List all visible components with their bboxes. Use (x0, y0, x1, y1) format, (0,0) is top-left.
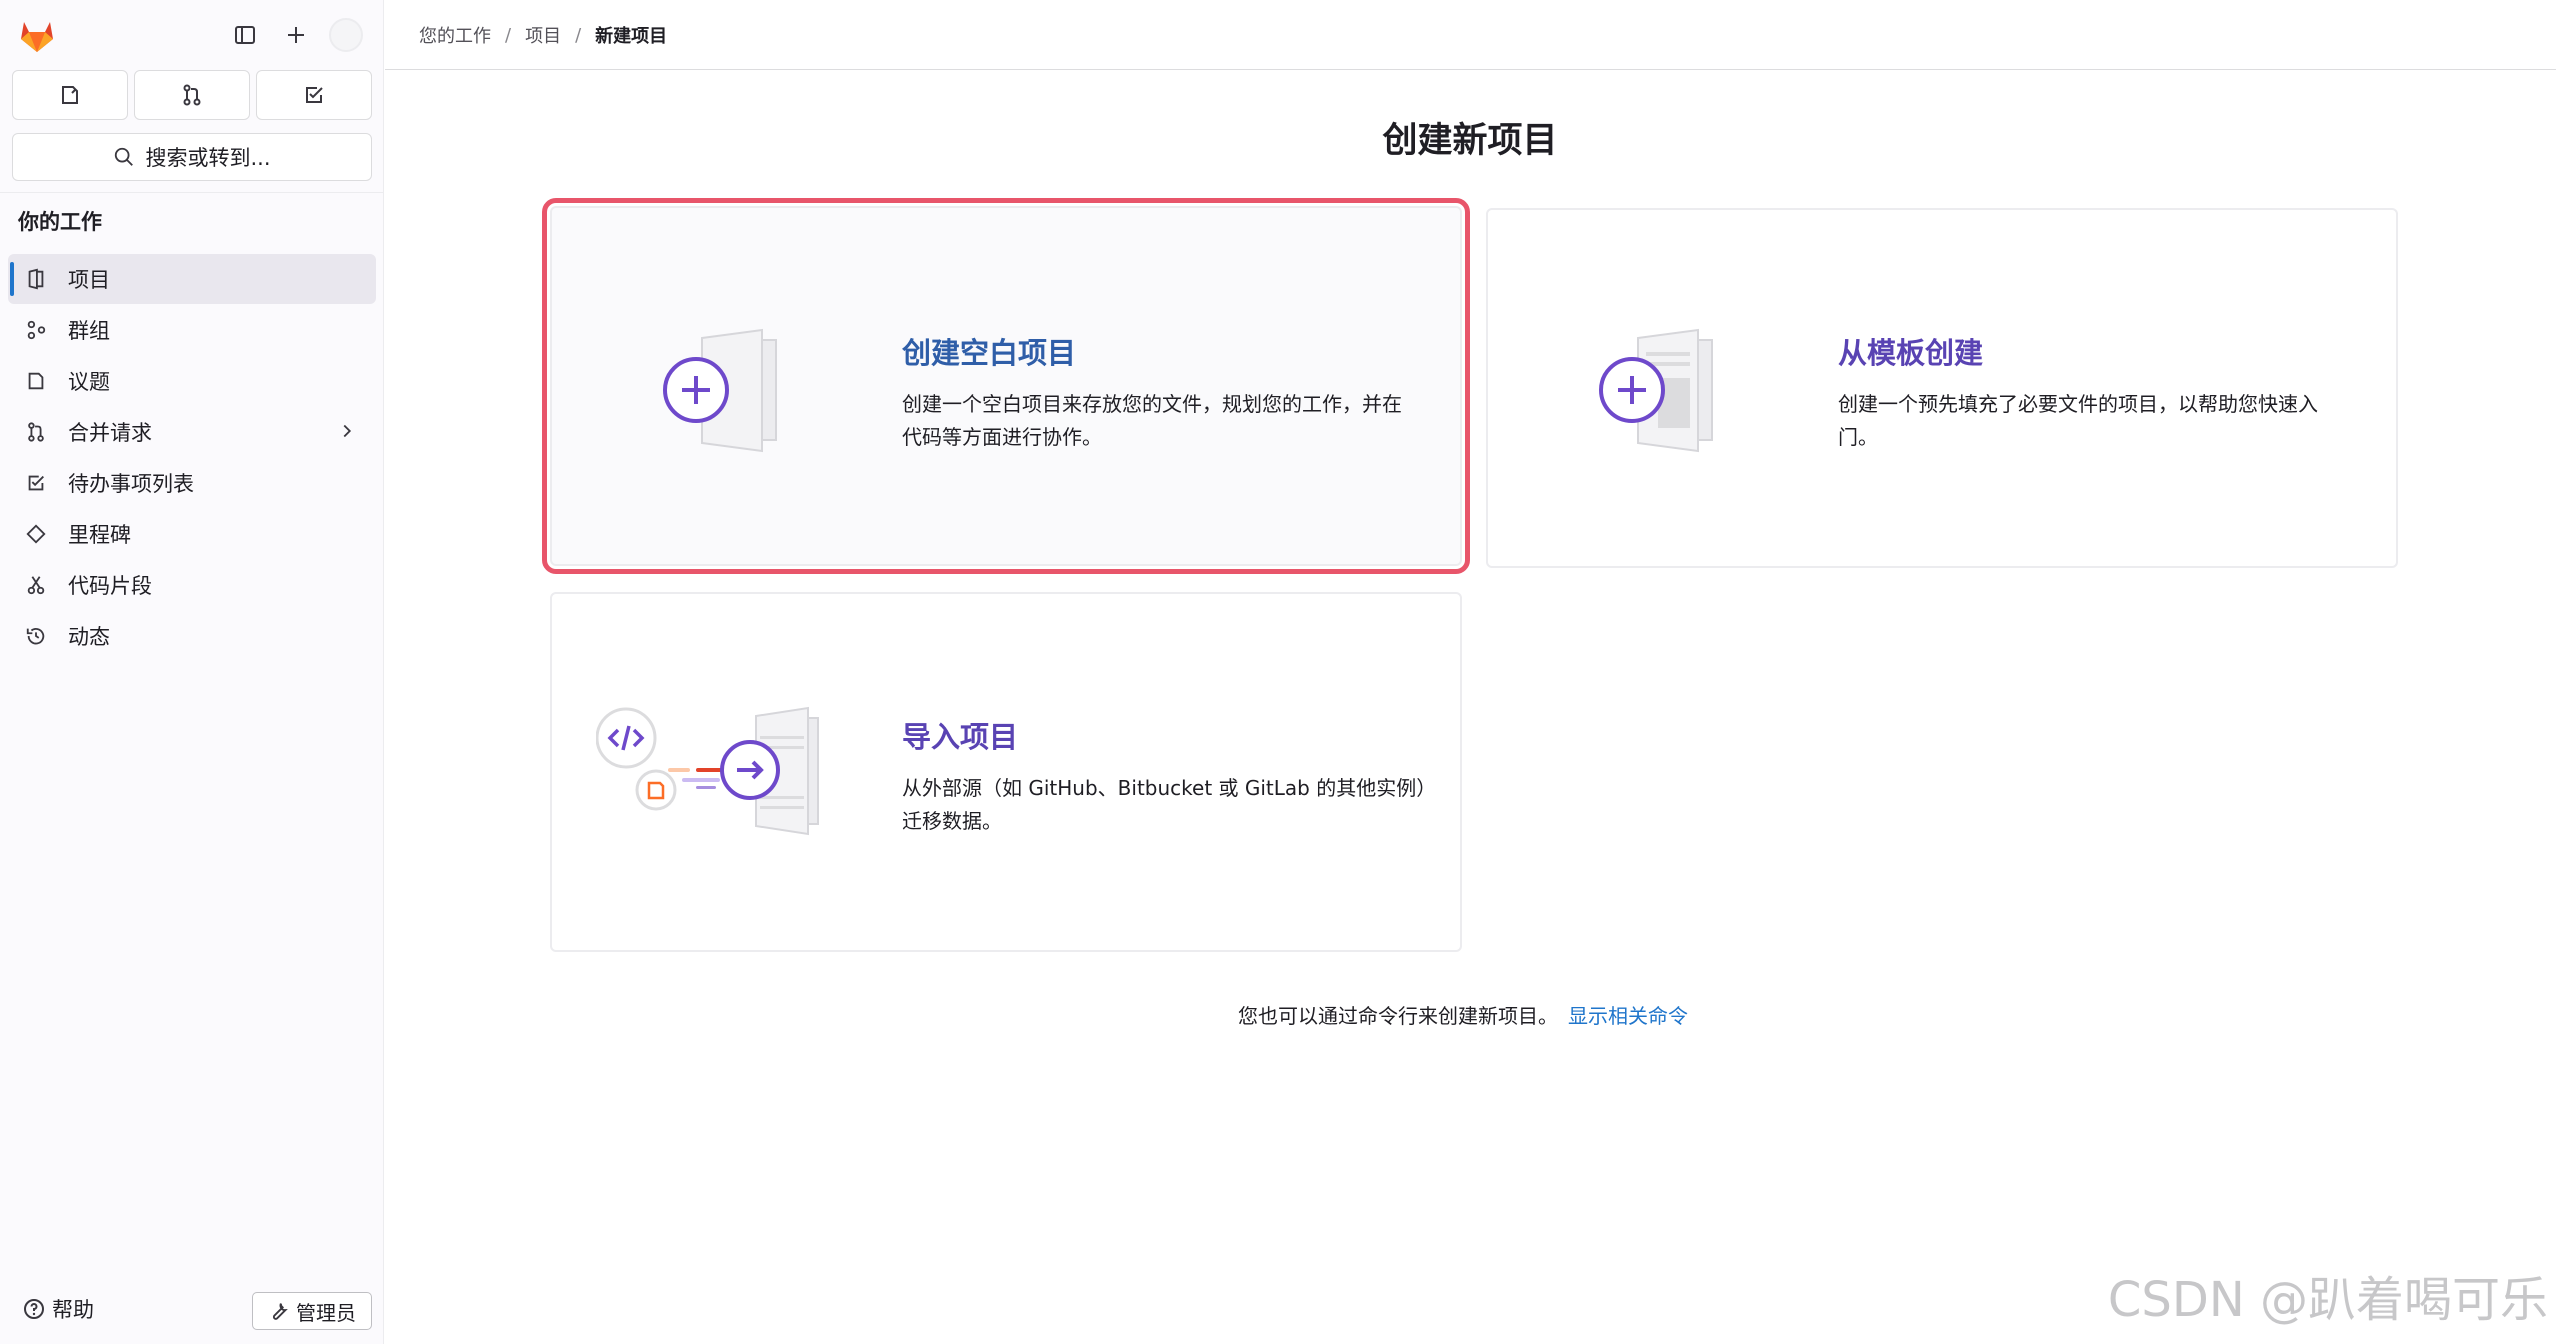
sidebar-nav: 项目 群组 议题 合并请求 待办事项列表 里程碑 代码片段 动态 (8, 254, 376, 662)
page-title: 创建新项目 (1382, 121, 1558, 161)
create-new-button[interactable] (275, 14, 317, 56)
help-icon (24, 1299, 44, 1319)
plus-icon (288, 27, 304, 43)
sidebar-item-label: 待办事项列表 (68, 472, 194, 496)
breadcrumb-separator: / (505, 24, 512, 46)
card-description-line: 从外部源（如 GitHub、Bitbucket 或 GitLab 的其他实例） (902, 776, 1437, 800)
card-description: 从外部源（如 GitHub、Bitbucket 或 GitLab 的其他实例） … (902, 772, 1442, 838)
sidebar-item-projects[interactable]: 项目 (8, 254, 376, 304)
show-commands-link[interactable]: 显示相关命令 (1568, 1000, 1688, 1029)
todo-check-icon (24, 471, 48, 495)
breadcrumb-separator: / (575, 24, 582, 46)
issues-icon (24, 369, 48, 393)
card-description: 创建一个空白项目来存放您的文件，规划您的工作，并在 代码等方面进行协作。 (902, 388, 1442, 454)
sidebar-item-activity[interactable]: 动态 (8, 611, 376, 661)
sidebar: 搜索或转到... 你的工作 项目 群组 议题 合并请求 待办事项列表 里程碑 代… (0, 0, 384, 1344)
create-from-template-card[interactable]: 从模板创建 创建一个预先填充了必要文件的项目，以帮助您快速入 门。 (1486, 208, 2398, 568)
issues-quick-button[interactable] (12, 70, 128, 120)
sidebar-item-label: 群组 (68, 319, 110, 343)
sidebar-item-label: 合并请求 (68, 421, 152, 445)
section-title-your-work: 你的工作 (18, 210, 102, 234)
todo-check-icon (306, 87, 323, 103)
blank-project-illustration-icon (663, 328, 777, 453)
todo-quick-button[interactable] (256, 70, 372, 120)
scissors-icon (24, 573, 48, 597)
sidebar-item-snippets[interactable]: 代码片段 (8, 560, 376, 610)
gitlab-logo-icon[interactable] (16, 14, 58, 56)
admin-button[interactable]: 管理员 (252, 1292, 372, 1330)
issues-icon (62, 86, 78, 104)
sidebar-item-todo-list[interactable]: 待办事项列表 (8, 458, 376, 508)
import-project-card[interactable]: 导入项目 从外部源（如 GitHub、Bitbucket 或 GitLab 的其… (550, 592, 1462, 952)
avatar[interactable] (329, 18, 363, 52)
sidebar-panel-icon (235, 26, 255, 44)
breadcrumb-item-your-work[interactable]: 您的工作 (419, 22, 491, 48)
search-icon (115, 147, 134, 166)
card-text: 导入项目 从外部源（如 GitHub、Bitbucket 或 GitLab 的其… (902, 714, 1442, 838)
import-project-illustration-icon (596, 706, 819, 836)
sidebar-item-label: 代码片段 (68, 574, 152, 598)
card-description-line: 门。 (1838, 425, 1878, 449)
milestone-icon (24, 522, 48, 546)
sidebar-bottom: 帮助 管理员 (0, 1280, 384, 1344)
sidebar-item-label: 项目 (68, 268, 110, 292)
card-title: 创建空白项目 (902, 336, 1077, 370)
create-blank-project-card[interactable]: 创建空白项目 创建一个空白项目来存放您的文件，规划您的工作，并在 代码等方面进行… (542, 198, 1470, 574)
breadcrumb-current: 新建项目 (595, 26, 668, 47)
watermark: CSDN @趴着喝可乐 (2107, 1272, 2548, 1328)
merge-request-icon (24, 420, 48, 444)
help-button[interactable]: 帮助 (22, 1294, 94, 1324)
quick-actions (12, 70, 372, 120)
help-label: 帮助 (52, 1298, 94, 1322)
project-icon (24, 267, 48, 291)
group-icon (24, 318, 48, 342)
sidebar-item-label: 里程碑 (68, 523, 131, 547)
card-text: 创建空白项目 创建一个空白项目来存放您的文件，规划您的工作，并在 代码等方面进行… (902, 330, 1442, 454)
card-description-line: 迁移数据。 (902, 809, 1002, 833)
top-bar: 您的工作 / 项目 / 新建项目 (385, 0, 2556, 70)
search-label: 搜索或转到... (145, 146, 271, 170)
sidebar-item-groups[interactable]: 群组 (8, 305, 376, 355)
card-description-line: 创建一个空白项目来存放您的文件，规划您的工作，并在 (902, 392, 1402, 416)
sidebar-toggle-button[interactable] (224, 14, 266, 56)
sidebar-divider (0, 192, 384, 193)
merge-requests-quick-button[interactable] (134, 70, 250, 120)
sidebar-item-milestones[interactable]: 里程碑 (8, 509, 376, 559)
sidebar-item-label: 动态 (68, 625, 110, 649)
sidebar-item-merge-requests[interactable]: 合并请求 (8, 407, 376, 457)
sidebar-top (0, 0, 384, 70)
footer-hint-text: 您也可以通过命令行来创建新项目。 (1238, 1004, 1558, 1028)
card-title: 导入项目 (902, 720, 1019, 754)
search-button[interactable]: 搜索或转到... (12, 133, 372, 181)
card-title: 从模板创建 (1838, 336, 1984, 370)
card-description-line: 创建一个预先填充了必要文件的项目，以帮助您快速入 (1838, 392, 2318, 416)
card-description: 创建一个预先填充了必要文件的项目，以帮助您快速入 门。 (1838, 388, 2378, 454)
card-text: 从模板创建 创建一个预先填充了必要文件的项目，以帮助您快速入 门。 (1838, 330, 2378, 454)
merge-request-icon (183, 84, 201, 106)
wrench-icon (272, 1303, 288, 1320)
history-icon (24, 624, 48, 648)
template-illustration-icon (1599, 328, 1713, 453)
breadcrumb: 您的工作 / 项目 / 新建项目 (419, 22, 667, 48)
breadcrumb-item-projects[interactable]: 项目 (525, 22, 561, 48)
sidebar-item-label: 议题 (68, 370, 110, 394)
app-root: 搜索或转到... 你的工作 项目 群组 议题 合并请求 待办事项列表 里程碑 代… (0, 0, 2556, 1344)
chevron-right-icon (343, 424, 352, 438)
admin-label: 管理员 (296, 1300, 356, 1325)
footer-hint: 您也可以通过命令行来创建新项目。 显示相关命令 (1238, 1000, 1688, 1029)
sidebar-item-issues[interactable]: 议题 (8, 356, 376, 406)
card-description-line: 代码等方面进行协作。 (902, 425, 1102, 449)
